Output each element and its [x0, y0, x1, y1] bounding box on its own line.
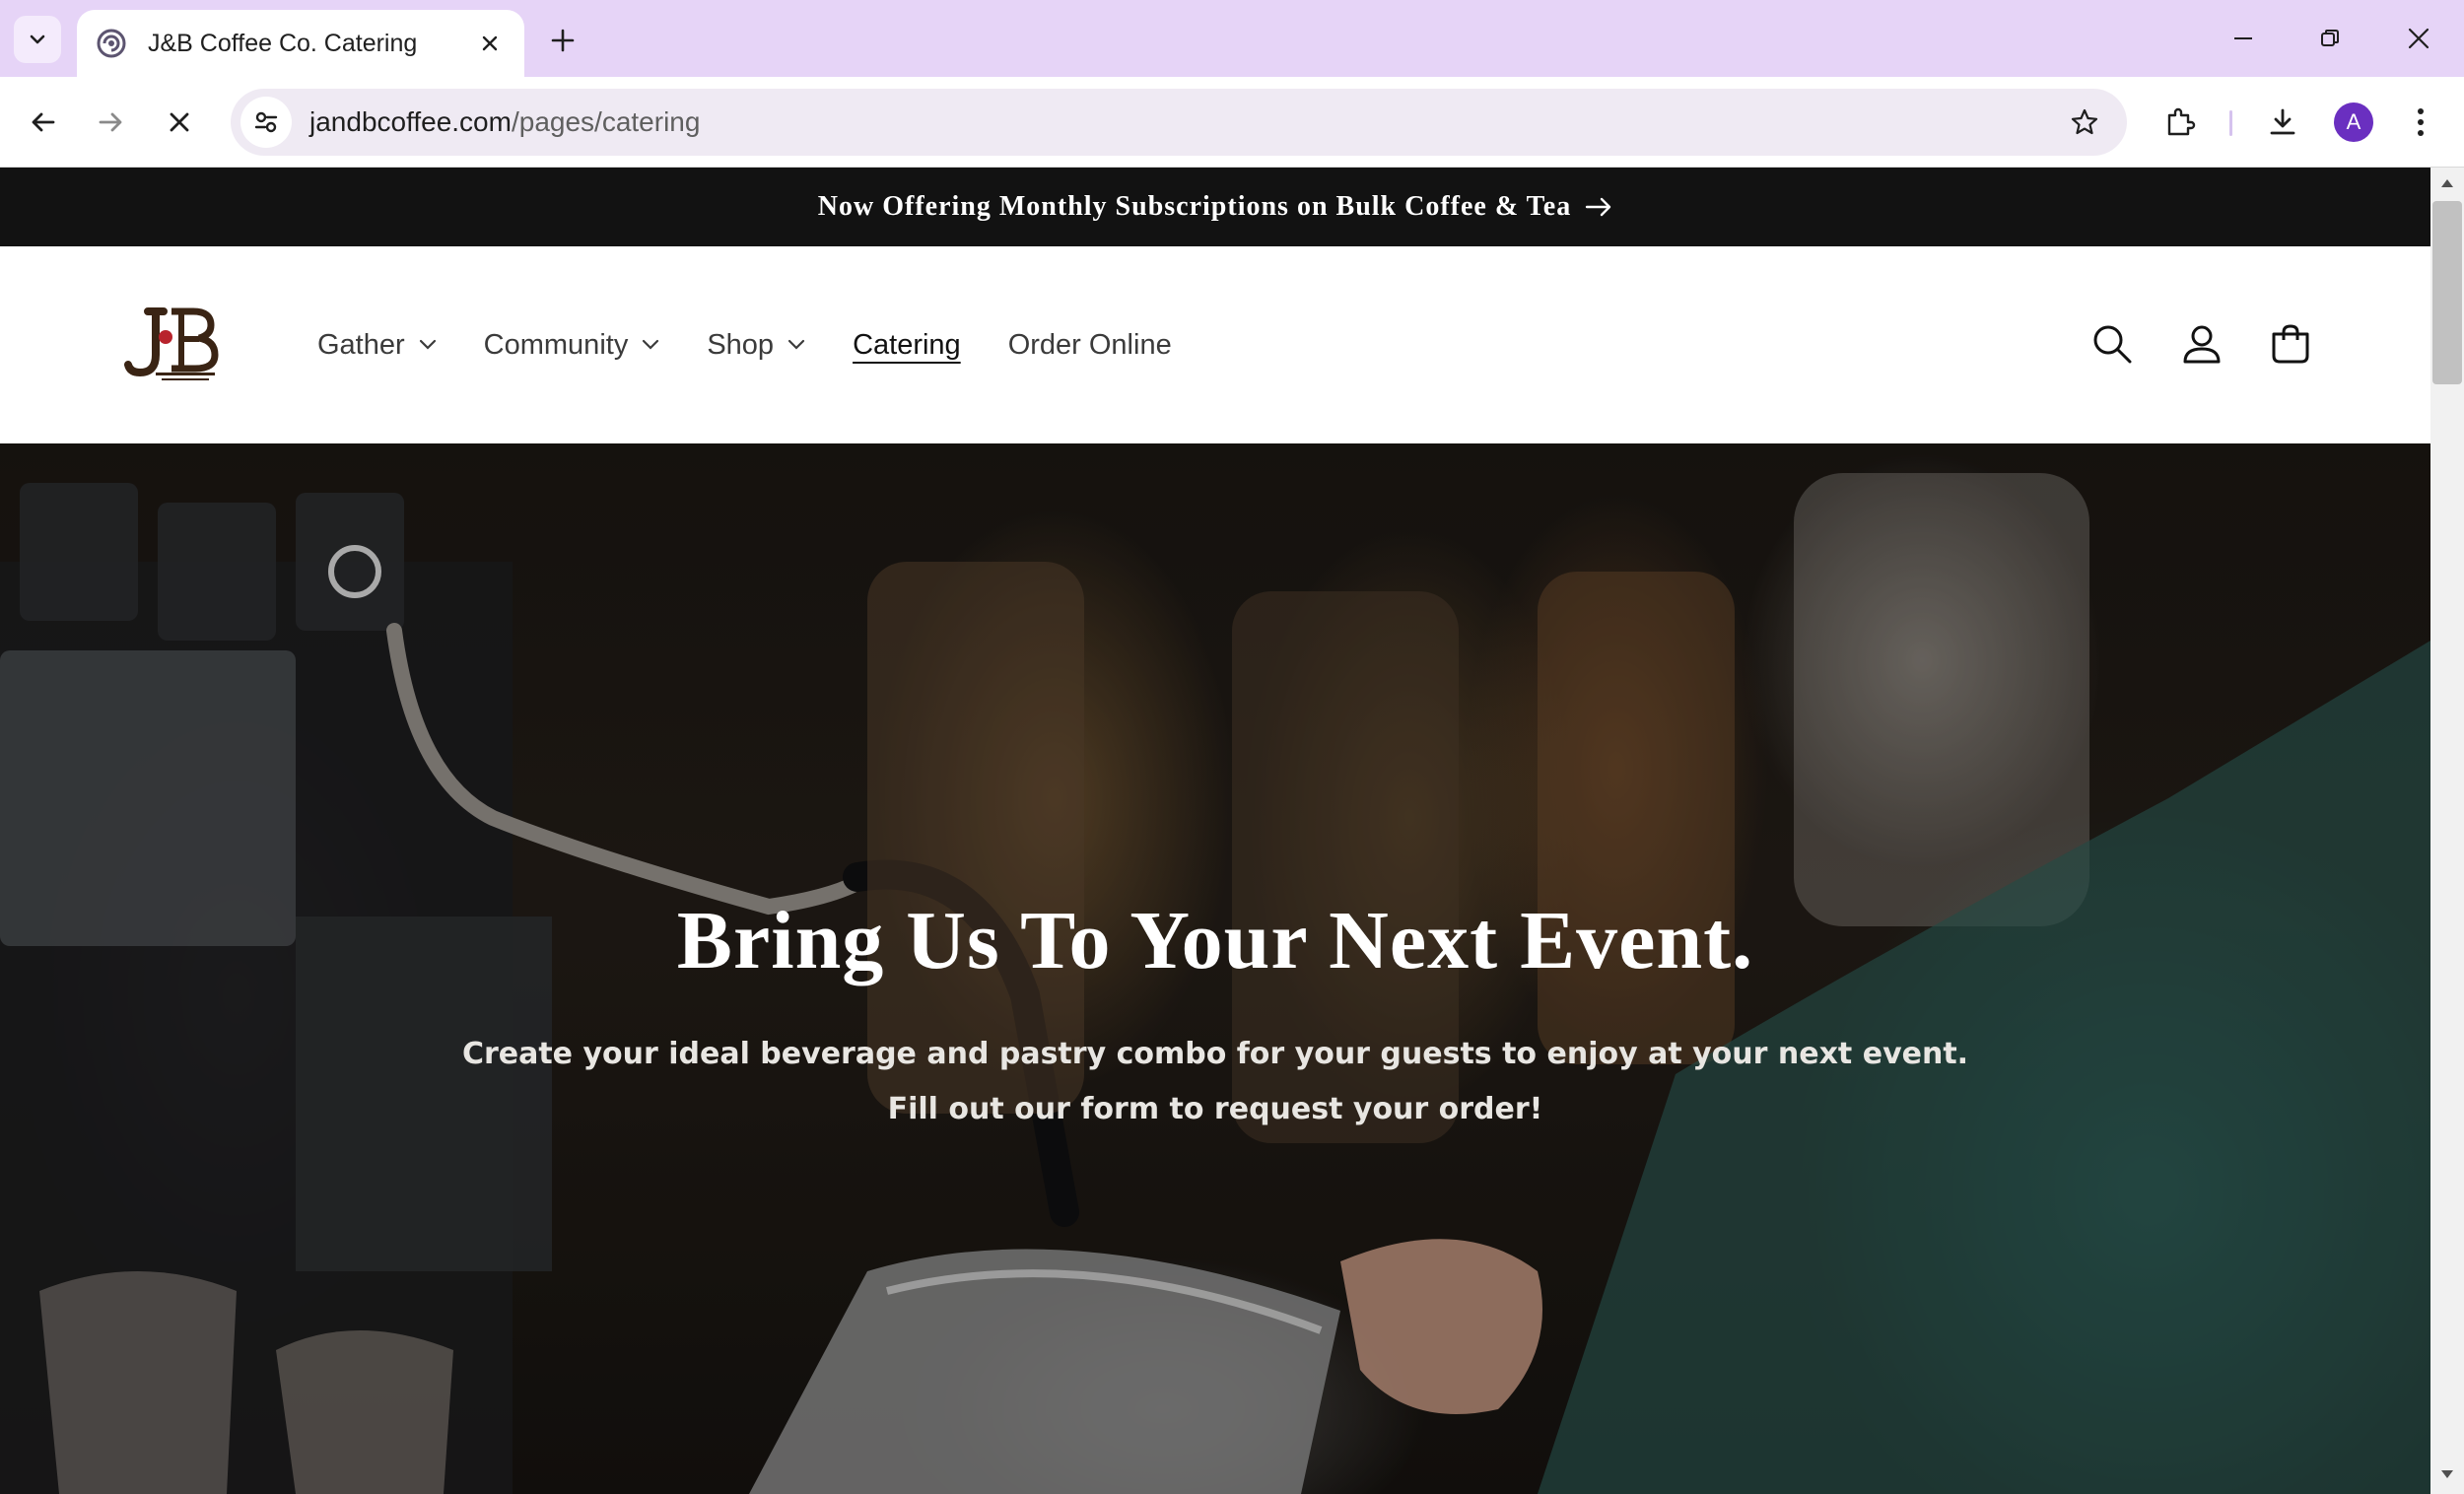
nav-item-label: Catering [853, 328, 961, 361]
nav-item-catering[interactable]: Catering [853, 329, 961, 362]
tune-icon [254, 111, 278, 133]
back-button[interactable] [18, 97, 69, 148]
cart-button[interactable] [2262, 315, 2319, 373]
nav-item-label: Gather [317, 328, 405, 361]
address-bar[interactable]: jandbcoffee.com/pages/catering [231, 89, 2127, 156]
scroll-up-button[interactable] [2436, 173, 2458, 193]
nav-item-order-online[interactable]: Order Online [1008, 329, 1172, 362]
jb-coffee-logo-icon [124, 307, 219, 380]
nav-item-shop[interactable]: Shop [707, 329, 805, 362]
hero-subtitle-line-2: Fill out our form to request your order! [887, 1092, 1543, 1126]
restore-button[interactable] [2291, 12, 2369, 65]
site-info-button[interactable] [240, 97, 292, 148]
hero-banner: Bring Us To Your Next Event. Create your… [0, 443, 2430, 1494]
nav-item-gather[interactable]: Gather [317, 329, 437, 362]
browser-tabstrip: J&B Coffee Co. Catering [0, 0, 2464, 77]
nav-item-label: Shop [707, 328, 775, 361]
minimize-icon [2234, 37, 2252, 39]
star-icon [2071, 108, 2098, 135]
search-button[interactable] [2084, 315, 2141, 373]
close-icon [482, 35, 498, 51]
stop-loading-button[interactable] [154, 97, 205, 148]
url-host: jandbcoffee.com [309, 106, 512, 137]
hero-title: Bring Us To Your Next Event. [676, 895, 1754, 986]
url-path: /pages/catering [511, 106, 701, 137]
tab-title: J&B Coffee Co. Catering [148, 29, 418, 57]
arrow-right-icon [99, 112, 122, 132]
account-icon [2183, 325, 2221, 364]
new-tab-button[interactable] [540, 18, 585, 63]
close-icon [170, 112, 189, 132]
hero-subtitle-line-1: Create your ideal beverage and pastry co… [461, 1037, 1969, 1071]
account-button[interactable] [2173, 315, 2230, 373]
site-favicon-icon [95, 27, 128, 60]
chevron-down-icon [419, 339, 437, 351]
more-vertical-icon [2418, 108, 2424, 136]
plus-icon [551, 29, 575, 52]
chevron-down-icon [642, 339, 659, 351]
site-logo[interactable] [120, 304, 219, 382]
nav-item-community[interactable]: Community [484, 329, 660, 362]
browser-menu-button[interactable] [2395, 97, 2446, 148]
arrow-left-icon [32, 112, 55, 132]
restore-icon [2321, 30, 2339, 46]
nav-item-label: Community [483, 328, 629, 361]
chevron-down-icon [30, 34, 45, 44]
page-viewport: Now Offering Monthly Subscriptions on Bu… [0, 168, 2430, 1494]
forward-button[interactable] [85, 97, 136, 148]
tab-search-button[interactable] [14, 16, 61, 63]
triangle-up-icon [2441, 179, 2453, 187]
browser-toolbar: jandbcoffee.com/pages/catering A [0, 77, 2464, 168]
scroll-down-button[interactable] [2436, 1464, 2458, 1484]
arrow-right-icon [1585, 196, 1612, 218]
url-text: jandbcoffee.com/pages/catering [309, 106, 700, 138]
site-header: Gather Community Shop Catering Order Onl… [0, 246, 2430, 443]
chevron-down-icon [787, 339, 805, 351]
search-icon [2093, 325, 2132, 364]
bookmark-button[interactable] [2060, 98, 2109, 147]
toolbar-separator [2229, 110, 2232, 136]
announcement-text: Now Offering Monthly Subscriptions on Bu… [817, 191, 1572, 222]
extensions-button[interactable] [2155, 97, 2206, 148]
puzzle-icon [2167, 107, 2196, 136]
scrollbar-thumb[interactable] [2432, 201, 2462, 384]
browser-tab-active[interactable]: J&B Coffee Co. Catering [77, 10, 524, 77]
download-icon [2270, 108, 2295, 135]
announcement-bar[interactable]: Now Offering Monthly Subscriptions on Bu… [0, 168, 2430, 246]
cart-icon [2272, 324, 2309, 364]
downloads-button[interactable] [2257, 97, 2308, 148]
close-window-button[interactable] [2379, 12, 2458, 65]
nav-item-label: Order Online [1007, 328, 1172, 361]
minimize-button[interactable] [2204, 12, 2283, 65]
profile-avatar[interactable]: A [2334, 102, 2373, 142]
main-nav: Gather Community Shop Catering Order Onl… [317, 246, 1219, 443]
triangle-down-icon [2441, 1470, 2453, 1478]
tab-close-button[interactable] [473, 27, 507, 60]
close-icon [2408, 28, 2430, 49]
